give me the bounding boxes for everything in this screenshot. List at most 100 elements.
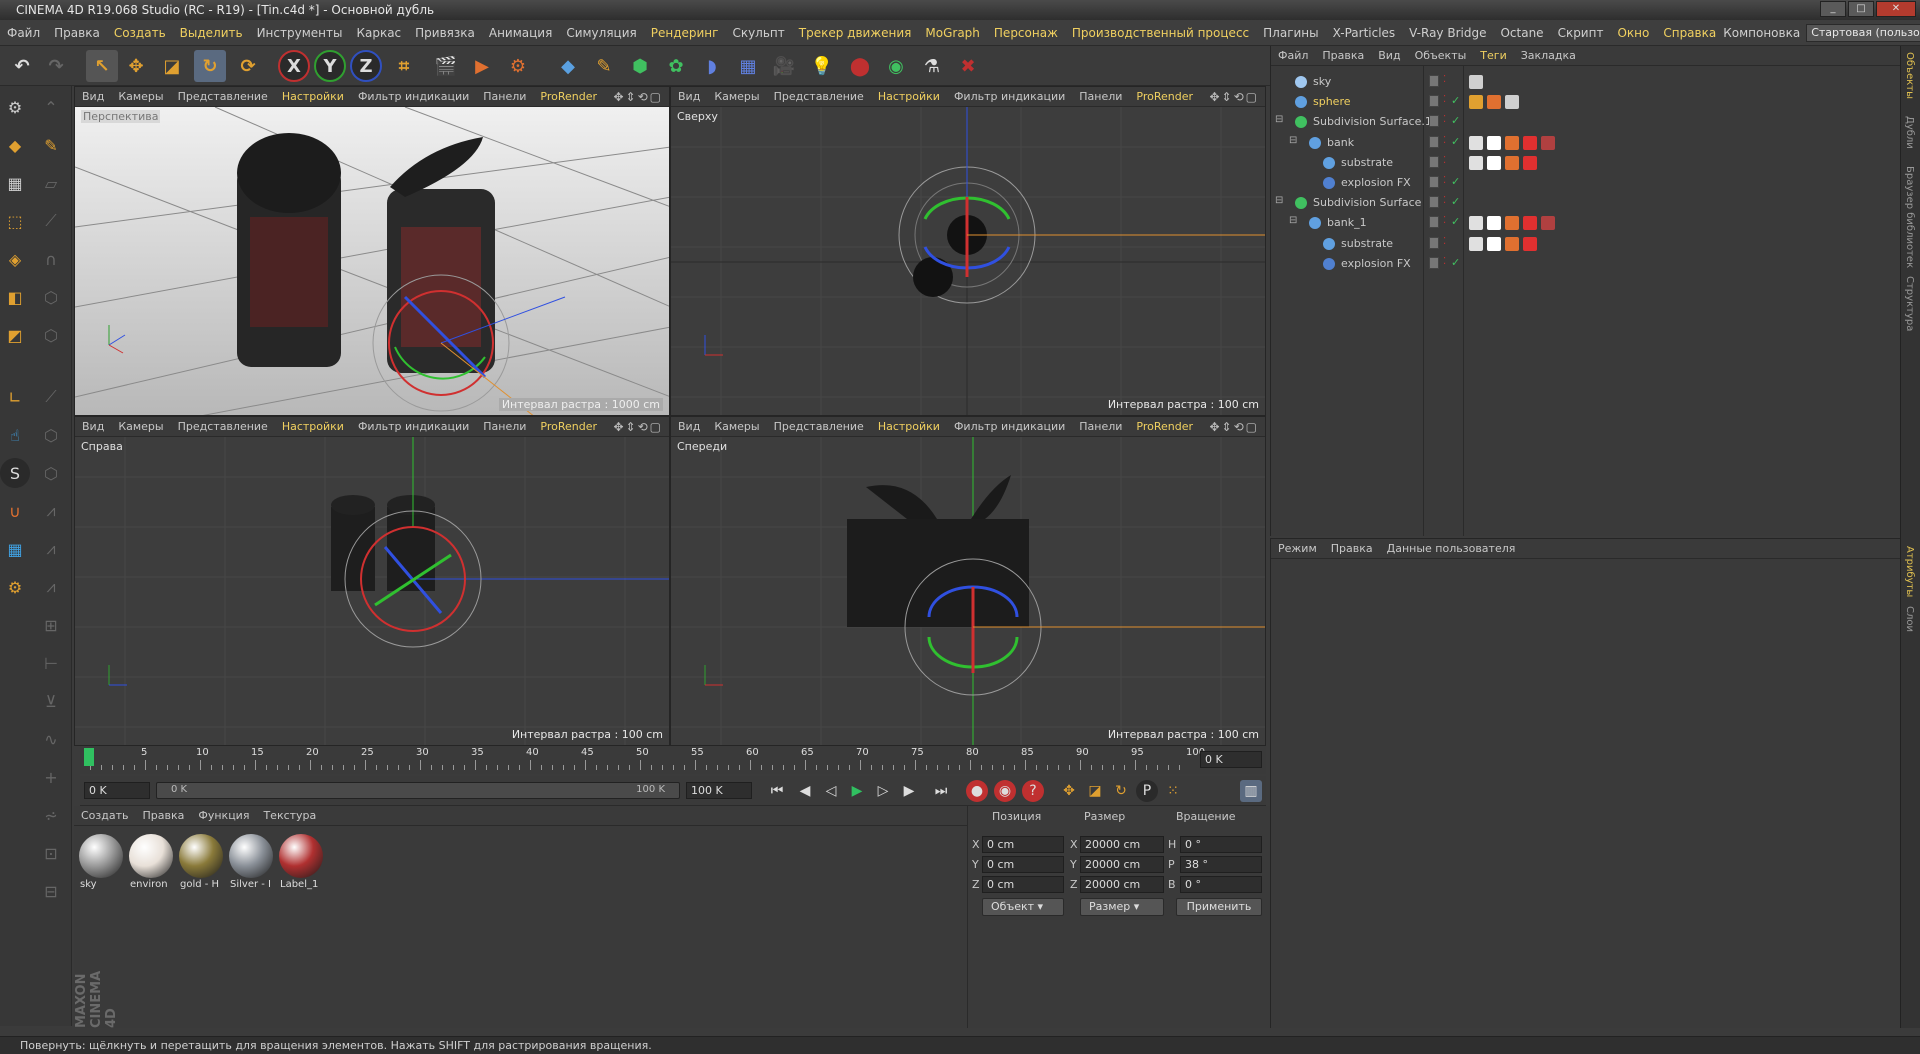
rotation-p-field[interactable]: 38 ° [1180,856,1262,873]
menu-item[interactable]: Скрипт [1551,26,1611,40]
size-mode-dropdown[interactable]: Размер ▾ [1080,898,1164,916]
object-row[interactable]: ⊟ bank ⁚ ✓ [1271,133,1901,153]
axis-mode-icon[interactable]: ◩ [0,320,30,350]
camera-icon[interactable]: 🎥 [768,50,800,82]
viewport-menu-item[interactable]: Представление [767,90,871,103]
menu-item[interactable]: Создать [107,26,173,40]
viewport-menu-item[interactable]: Панели [1072,420,1129,433]
rotation-b-field[interactable]: 0 ° [1180,876,1262,893]
deformer-icon[interactable]: ◗ [696,50,728,82]
bevel-icon[interactable]: ⟋ [36,382,66,412]
side-tab[interactable]: Объекты [1904,52,1915,99]
next-frame-icon[interactable]: ▷ [872,780,894,802]
slide-icon[interactable]: ⩫ [36,800,66,830]
material-tag-icon[interactable] [1505,236,1519,251]
attribute-menu-item[interactable]: Режим [1271,542,1324,555]
play-icon[interactable]: ▶ [846,780,868,802]
object-menu-item[interactable]: Закладка [1514,49,1583,62]
dissolve-icon[interactable]: ⊟ [36,876,66,906]
visibility-dots-icon[interactable]: ⁚ [1443,74,1446,85]
viewport-menu-item[interactable]: Панели [476,90,533,103]
quantize-icon[interactable]: ⚙ [0,572,30,602]
emitter-icon[interactable]: ◉ [880,50,912,82]
attribute-menu-item[interactable]: Данные пользователя [1380,542,1523,555]
viewport-right[interactable]: Вид Камеры Представление Настройки Фильтр ин… [74,416,670,746]
close-hole-icon[interactable]: ⊡ [36,838,66,868]
key-position-icon[interactable]: ✥ [1058,780,1080,802]
tweak-mode-icon[interactable]: ☝ [0,420,30,450]
rotate-icon[interactable]: ↻ [194,50,226,82]
size-y-field[interactable]: 20000 cm [1080,856,1164,873]
visibility-dots-icon[interactable]: ⁚ [1443,175,1446,186]
layer-visibility-icon[interactable] [1429,75,1439,87]
material-swatch[interactable]: gold - H [178,834,224,892]
enabled-check-icon[interactable]: ✓ [1451,175,1460,188]
recent-tool-icon[interactable]: ⟳ [232,50,264,82]
visibility-dots-icon[interactable]: ⁚ [1443,195,1446,206]
object-row[interactable]: substrate ⁚ [1271,234,1901,254]
octane-icon[interactable]: ✖ [952,50,984,82]
object-name[interactable]: bank_1 [1327,216,1367,229]
visibility-dots-icon[interactable]: ⁚ [1443,114,1446,125]
viewport-navigation-icons[interactable]: ✥⇕⟲▢ [613,90,669,104]
render-picture-viewer-icon[interactable]: ▶ [466,50,498,82]
expand-toggle-icon[interactable]: ⊟ [1289,215,1297,226]
viewport-menu-item[interactable]: Настройки [275,90,351,103]
material-menu-item[interactable]: Функция [191,809,256,822]
material-tag-icon[interactable] [1523,236,1537,251]
end-frame-field[interactable]: 100 K [686,782,752,799]
object-name[interactable]: explosion FX [1341,176,1411,189]
size-x-field[interactable]: 20000 cm [1080,836,1164,853]
viewport-menu-item[interactable]: Вид [75,90,111,103]
timeline-ruler[interactable]: 0510152025303540455055606570758085909510… [80,746,1266,774]
vray-icon[interactable]: ⚗ [916,50,948,82]
menu-item[interactable]: X-Particles [1326,26,1403,40]
x-axis-lock-icon[interactable]: X [278,50,310,82]
layer-visibility-icon[interactable] [1429,115,1439,128]
menu-item[interactable]: Трекер движения [792,26,919,40]
menu-item[interactable]: Справка [1656,26,1723,40]
next-key-icon[interactable]: ▶ [898,780,920,802]
knife-icon[interactable]: ⬡ [36,282,66,312]
viewport-menu-item[interactable]: Камеры [111,90,170,103]
material-menu-item[interactable]: Текстура [256,809,323,822]
side-tab[interactable]: Структура [1904,276,1915,331]
layer-visibility-icon[interactable] [1429,236,1439,249]
visibility-dots-icon[interactable]: ⁚ [1443,215,1446,226]
object-menu-item[interactable]: Объекты [1408,49,1474,62]
brush-icon[interactable]: ✎ [36,130,66,160]
position-y-field[interactable]: 0 cm [982,856,1064,873]
solo-icon[interactable]: S [0,458,30,488]
expand-toggle-icon[interactable]: ⊟ [1275,195,1283,206]
snap-icon[interactable]: ⟋ [36,206,66,236]
layout-select[interactable]: Стартовая (пользователь) [1806,23,1920,42]
viewport-menu-item[interactable]: Представление [171,90,275,103]
object-row[interactable]: explosion FX ⁚ ✓ [1271,173,1901,193]
grid-tool-icon[interactable]: ⊞ [36,610,66,640]
object-menu-item[interactable]: Файл [1271,49,1315,62]
go-to-end-icon[interactable]: ⏭ [930,780,952,802]
cloner-icon[interactable]: ✿ [660,50,692,82]
menu-item[interactable]: Персонаж [987,26,1065,40]
coordinate-system-icon[interactable]: ⌗ [388,50,420,82]
viewport-menu-item[interactable]: Фильтр индикации [947,420,1072,433]
edges-mode-icon[interactable]: ◈ [0,244,30,274]
weld-icon[interactable]: ⬡ [36,458,66,488]
side-tab[interactable]: Браузер библиотек [1904,166,1915,268]
material-tag-icon[interactable] [1505,135,1519,150]
menu-item[interactable]: Правка [47,26,107,40]
material-tag-icon[interactable] [1469,75,1483,89]
object-row[interactable]: explosion FX ⁚ ✓ [1271,254,1901,274]
object-name[interactable]: Subdivision Surface.1 [1313,115,1432,128]
maximize-button[interactable]: □ [1848,1,1874,17]
object-menu-item[interactable]: Теги [1473,49,1513,62]
material-tag-icon[interactable] [1469,135,1483,150]
material-tag-icon[interactable] [1487,236,1501,251]
viewport-menu-item[interactable]: Настройки [871,90,947,103]
object-row[interactable]: sphere ⁚ ✓ [1271,92,1901,112]
position-x-field[interactable]: 0 cm [982,836,1064,853]
enabled-check-icon[interactable]: ✓ [1451,215,1460,228]
menu-item[interactable]: Плагины [1256,26,1325,40]
object-row[interactable]: sky ⁚ [1271,72,1901,92]
viewport-menu-item[interactable]: Вид [671,90,707,103]
